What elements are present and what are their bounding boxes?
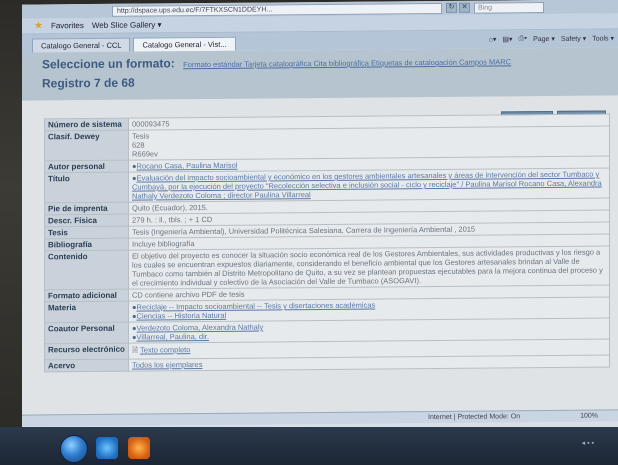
tab-catalogo-ccl[interactable]: Catalogo General - CCL <box>32 37 131 53</box>
table-row: Clasif. Dewey Tesis 628 R669ev <box>44 125 610 161</box>
command-bar: ⌂▾ ▤▾ ⎙▾ Page ▾ Safety ▾ Tools ▾ <box>489 29 614 48</box>
table-row: Contenido El objetivo del proyecto es co… <box>44 245 610 290</box>
field-label: Clasif. Dewey <box>44 130 129 161</box>
search-input[interactable]: Bing <box>474 1 544 14</box>
feeds-icon[interactable]: ▤▾ <box>502 35 512 43</box>
record-banner: Seleccione un formato: Formato estándar … <box>22 47 618 101</box>
table-row: Título ●Evaluación del impacto socioambi… <box>44 167 610 203</box>
refresh-icon[interactable]: ↻ <box>446 2 457 13</box>
title-link[interactable]: Evaluación del impacto socioambiental y … <box>132 170 602 201</box>
field-label: Tesis <box>44 226 129 239</box>
field-label: Pie de imprenta <box>44 202 129 215</box>
taskbar: ◂ ▪ ▪ <box>0 427 618 465</box>
system-tray: ◂ ▪ ▪ <box>581 440 594 447</box>
start-button-icon[interactable] <box>60 435 88 463</box>
subject-link[interactable]: Ciencias -- Historia Natural <box>137 311 227 321</box>
print-icon[interactable]: ⎙▾ <box>519 35 528 43</box>
field-label: Contenido <box>44 250 129 290</box>
field-label: Autor personal <box>44 160 129 173</box>
safety-menu[interactable]: Safety ▾ <box>561 35 586 43</box>
home-icon[interactable]: ⌂▾ <box>489 35 497 43</box>
security-zone[interactable]: Internet | Protected Mode: On <box>428 413 520 421</box>
field-label: Materia <box>44 301 129 323</box>
field-label: Coautor Personal <box>44 322 129 344</box>
tab-catalogo-vista[interactable]: Catalogo General - Vist... <box>133 36 236 52</box>
format-links[interactable]: Formato estándar Tarjeta catalográfica C… <box>183 57 511 69</box>
field-label: Acervo <box>44 359 129 372</box>
field-label: Formato adicional <box>44 289 129 302</box>
field-value: El objetivo del proyecto es conocer la s… <box>128 245 610 290</box>
field-label: Número de sistema <box>44 118 129 131</box>
media-player-icon[interactable] <box>128 437 150 459</box>
document-icon: 🗎 <box>132 345 139 355</box>
field-label: Recurso electrónico <box>44 343 129 360</box>
url-field[interactable]: http://dspace.ups.edu.ec/F/7FTKXSCN1DDEY… <box>112 2 442 17</box>
coauthor-link[interactable]: Villarreal, Paulina, dir. <box>137 332 209 342</box>
favorites-button[interactable]: Favorites <box>51 21 84 30</box>
record-table: Número de sistema 000093475 Clasif. Dewe… <box>44 113 610 372</box>
field-label: Descr. Física <box>44 214 129 227</box>
page-menu[interactable]: Page ▾ <box>533 35 555 43</box>
favorites-star-icon[interactable]: ★ <box>34 20 43 31</box>
stop-icon[interactable]: ✕ <box>459 2 470 13</box>
zoom-level[interactable]: 100% <box>580 413 598 420</box>
full-text-link[interactable]: Texto completo <box>140 345 190 354</box>
screen: http://dspace.ups.edu.ec/F/7FTKXSCN1DDEY… <box>22 0 618 445</box>
page-content: Seleccione un formato: Formato estándar … <box>22 47 618 415</box>
internet-explorer-icon[interactable] <box>96 437 118 459</box>
web-slice-gallery-link[interactable]: Web Slice Gallery ▾ <box>92 20 162 30</box>
field-label: Título <box>44 172 129 203</box>
format-selector-title: Seleccione un formato: <box>42 56 175 72</box>
tools-menu[interactable]: Tools ▾ <box>592 34 614 42</box>
author-link[interactable]: Rocano Casa, Paulina Marisol <box>137 161 238 171</box>
field-label: Bibliografía <box>44 238 129 251</box>
record-counter: Registro 7 de 68 <box>42 75 135 91</box>
holdings-link[interactable]: Todos los ejemplares <box>132 360 202 370</box>
